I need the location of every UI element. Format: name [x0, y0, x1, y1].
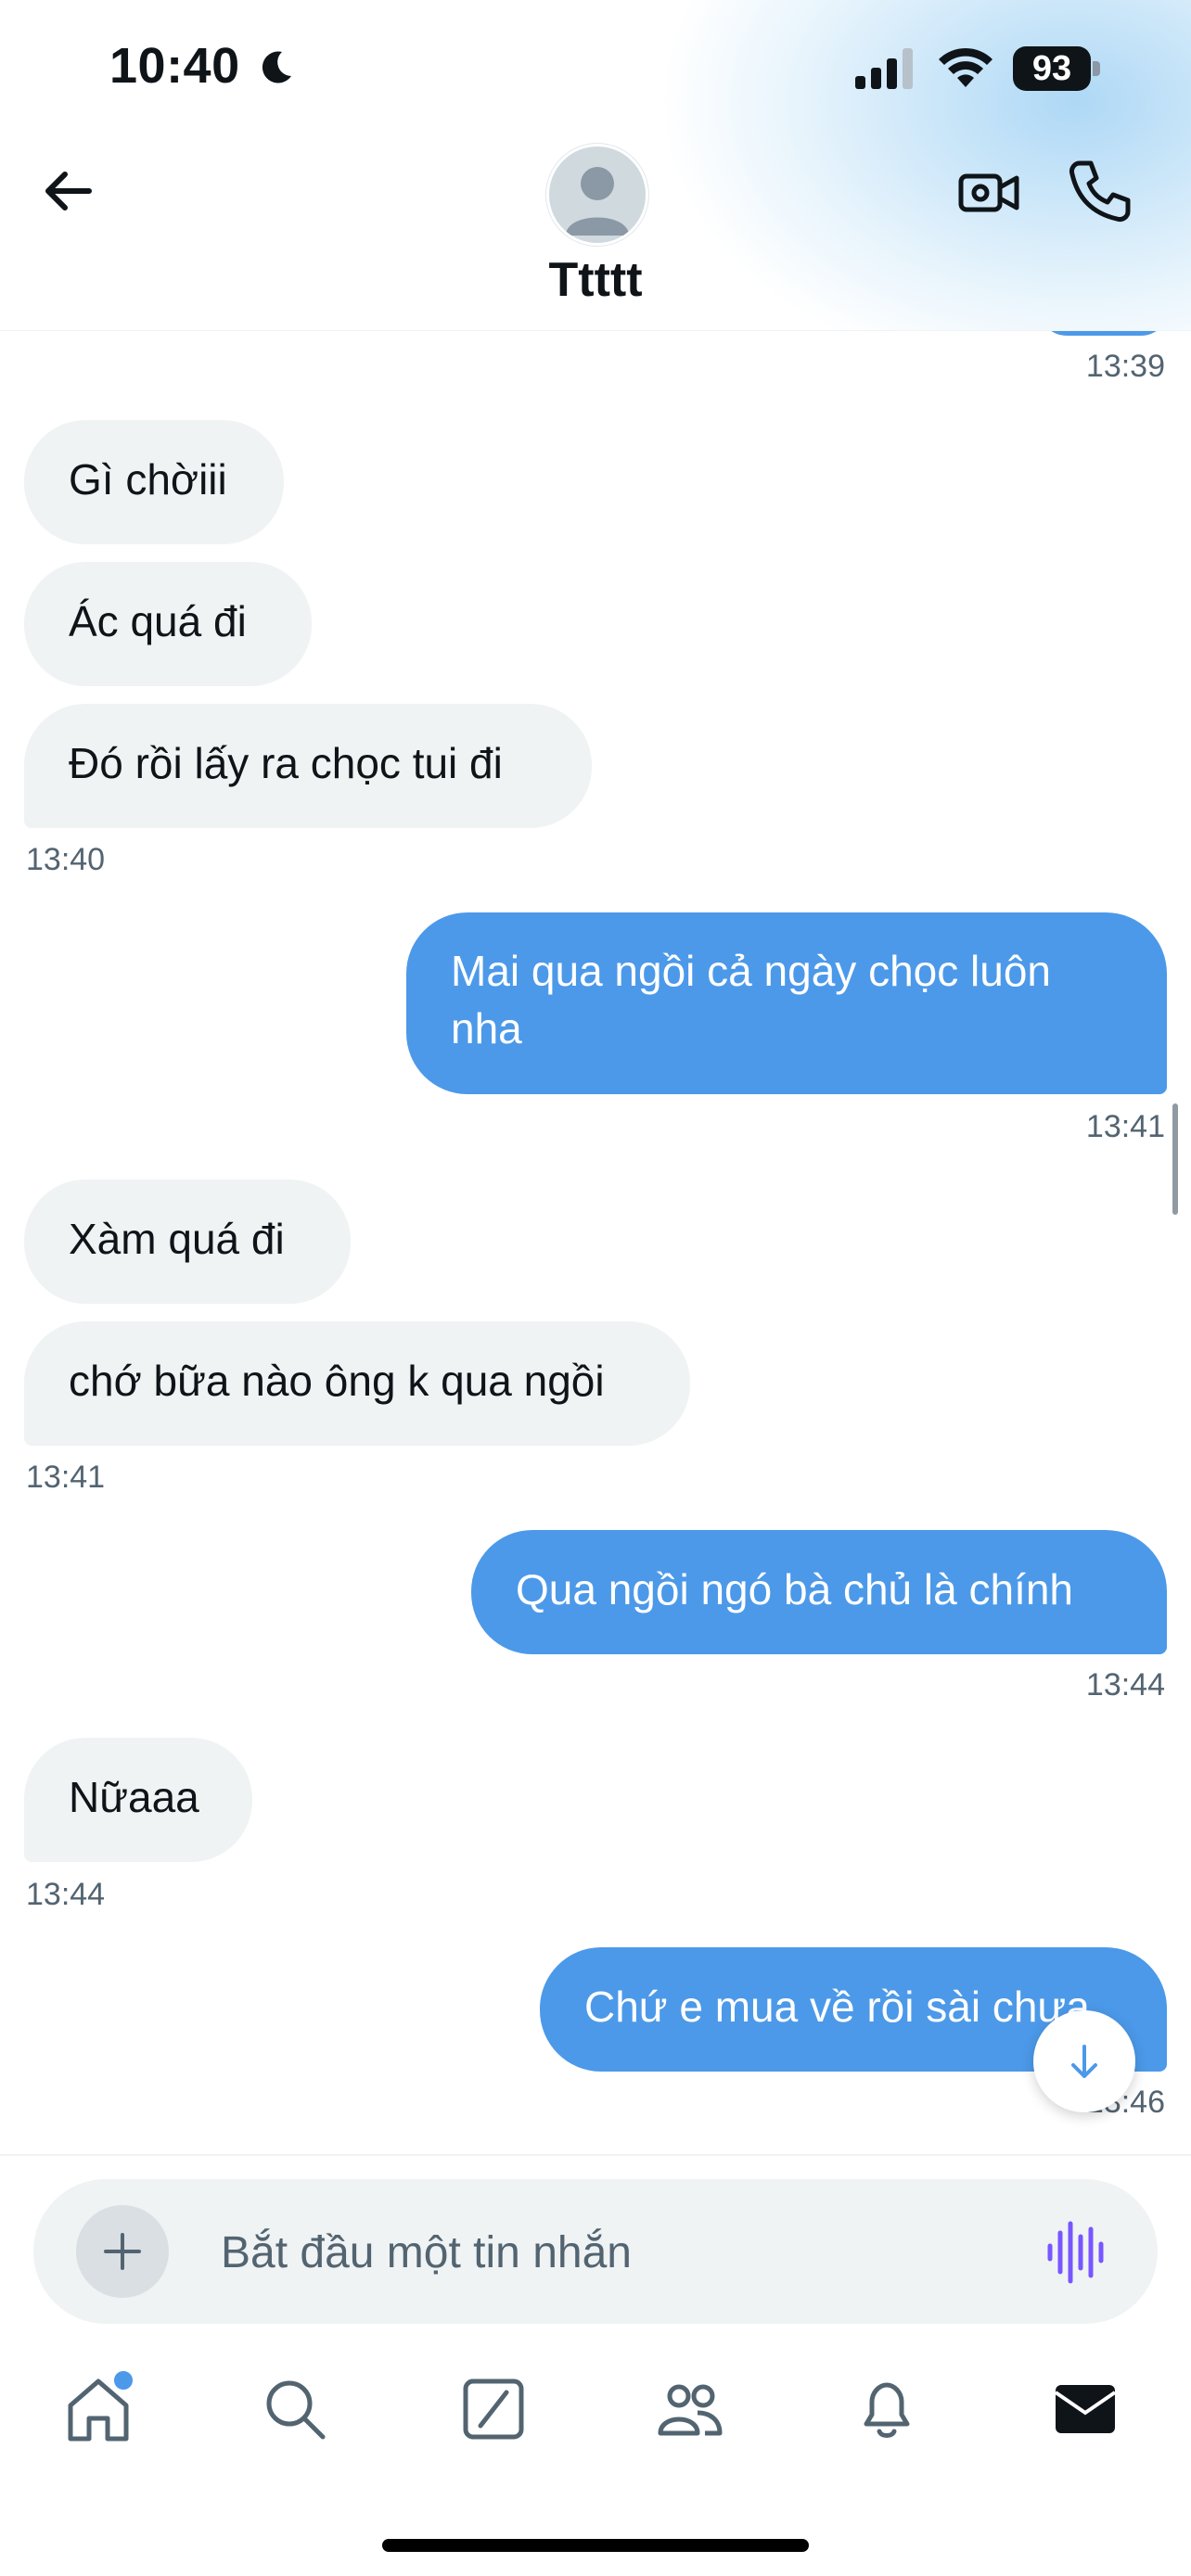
grok-icon[interactable]	[456, 2372, 531, 2446]
incoming-message[interactable]: Đó rồi lấy ra chọc tui đi	[24, 704, 592, 828]
home-indicator[interactable]	[382, 2539, 809, 2552]
outgoing-message[interactable]: Mai qua ngồi cả ngày chọc luôn nha	[406, 912, 1167, 1094]
messages-icon[interactable]	[1048, 2372, 1122, 2446]
message-input[interactable]	[219, 2205, 946, 2300]
voice-message-icon[interactable]	[1044, 2220, 1109, 2285]
arrow-left-icon[interactable]	[33, 156, 104, 226]
status-time: 10:40	[109, 38, 240, 94]
incoming-message[interactable]: Ác quá đi	[24, 562, 312, 686]
incoming-message[interactable]: Nữaaa	[24, 1738, 252, 1862]
default-avatar-icon	[566, 167, 629, 236]
wifi-icon	[939, 47, 992, 87]
message-timestamp: 13:44	[1085, 1667, 1165, 1702]
scroll-to-bottom-button[interactable]	[1033, 2010, 1135, 2112]
message-timestamp: 13:44	[26, 1877, 106, 1912]
battery-icon: 93	[1013, 46, 1102, 91]
communities-icon[interactable]	[653, 2372, 727, 2446]
phone-icon[interactable]	[1065, 156, 1135, 226]
message-timestamp: 13:39	[1085, 349, 1165, 384]
home-notification-dot	[111, 2368, 135, 2392]
message-timestamp: 13:41	[26, 1460, 106, 1495]
header-divider	[0, 330, 1191, 331]
add-attachment-button[interactable]	[76, 2205, 169, 2298]
outgoing-message[interactable]: Qua ngồi ngó bà chủ là chính	[471, 1530, 1167, 1654]
incoming-message[interactable]: Xàm quá đi	[24, 1180, 351, 1304]
chat-header: 10:40 93 Ttttt	[0, 0, 1191, 331]
message-composer	[33, 2179, 1158, 2324]
incoming-message[interactable]: Gì chờiii	[24, 420, 284, 544]
notifications-icon[interactable]	[850, 2372, 924, 2446]
arrow-down-icon	[1071, 2045, 1097, 2078]
message-timestamp: 13:41	[1085, 1109, 1165, 1144]
signal-icon	[855, 48, 913, 89]
video-call-icon[interactable]	[955, 159, 1022, 226]
scrollbar[interactable]	[1172, 1103, 1178, 1215]
search-icon[interactable]	[258, 2372, 332, 2446]
message-timestamp: 13:40	[26, 842, 106, 877]
incoming-message[interactable]: chớ bữa nào ông k qua ngồi	[24, 1321, 690, 1446]
battery-tip	[1093, 61, 1100, 76]
composer-divider	[0, 2154, 1191, 2156]
plus-icon	[104, 2233, 141, 2270]
moon-icon	[262, 51, 291, 83]
contact-name[interactable]: Ttttt	[410, 252, 781, 308]
battery-level: 93	[1031, 49, 1072, 88]
avatar[interactable]	[546, 144, 648, 246]
